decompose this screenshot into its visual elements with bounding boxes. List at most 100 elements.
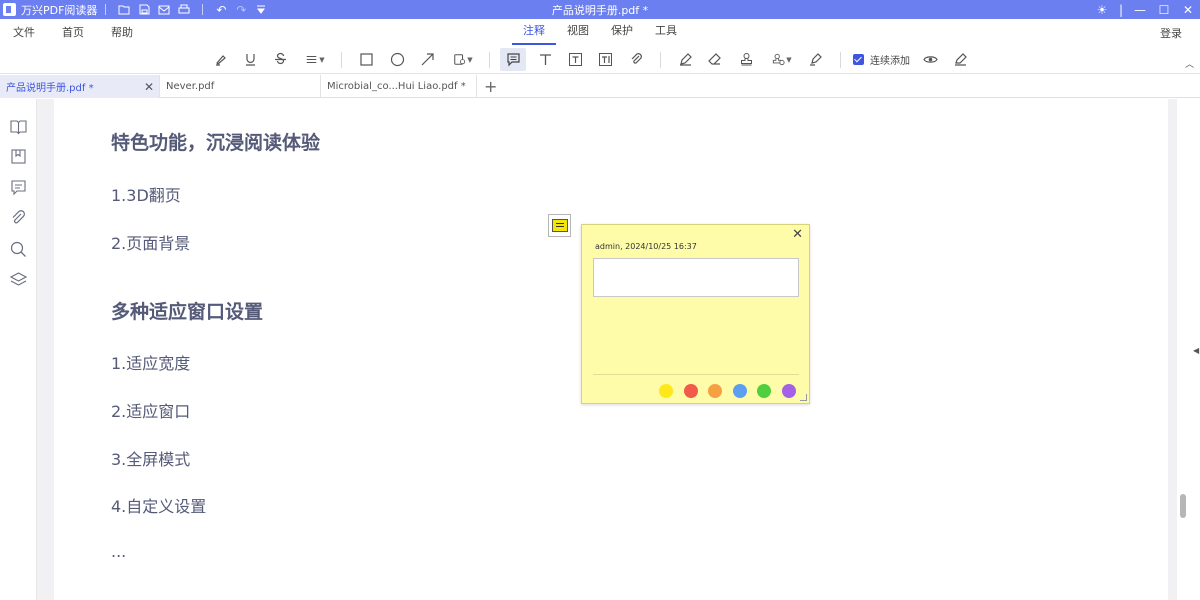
underline-tool-icon[interactable] — [237, 48, 263, 71]
left-sidebar — [0, 99, 37, 600]
eraser-tool-icon[interactable] — [701, 48, 727, 71]
tab-tools[interactable]: 工具 — [644, 19, 688, 45]
sticky-note-popup: ✕ admin, 2024/10/25 16:37 — [581, 224, 810, 404]
save-icon[interactable] — [134, 0, 154, 19]
paragraph: 3.全屏模式 — [111, 450, 191, 469]
tab-view[interactable]: 视图 — [556, 19, 600, 45]
tab-annotate[interactable]: 注释 — [512, 19, 556, 45]
thumbnails-book-icon[interactable] — [10, 118, 27, 135]
print-icon[interactable] — [174, 0, 194, 19]
close-window-button[interactable]: ✕ — [1176, 3, 1200, 17]
paragraph: 2.页面背景 — [111, 234, 191, 253]
note-text-input[interactable] — [593, 258, 799, 297]
arrow-tool-icon[interactable] — [414, 48, 440, 71]
paragraph: 1.3D翻页 — [111, 186, 181, 205]
note-color-picker — [659, 384, 806, 398]
callout-tool-icon[interactable] — [592, 48, 618, 71]
continuous-add-toggle[interactable]: 连续添加 — [853, 52, 910, 67]
attachments-icon[interactable] — [10, 210, 27, 227]
bookmark-icon[interactable] — [10, 148, 27, 165]
sign-tool-icon[interactable] — [802, 48, 828, 71]
close-icon[interactable]: ✕ — [144, 80, 154, 94]
color-swatch-blue[interactable] — [732, 384, 747, 398]
doc-tab-label: Microbial_co...Hui Liao.pdf * — [327, 81, 466, 92]
app-name: 万兴PDF阅读器 — [21, 3, 98, 17]
show-annotations-eye-icon[interactable] — [917, 48, 943, 71]
doc-tab-label: Never.pdf — [166, 81, 215, 92]
quick-access-dropdown-icon[interactable] — [251, 0, 271, 19]
email-icon[interactable] — [154, 0, 174, 19]
doc-tab-label: 产品说明手册.pdf * — [6, 83, 94, 94]
ellipse-tool-icon[interactable] — [384, 48, 410, 71]
paragraph: 4.自定义设置 — [111, 497, 207, 516]
close-icon[interactable]: ✕ — [792, 227, 803, 242]
continuous-add-checkbox[interactable] — [853, 54, 864, 65]
color-swatch-purple[interactable] — [781, 384, 796, 398]
edit-annotation-icon[interactable] — [947, 48, 973, 71]
text-box-tool-icon[interactable] — [562, 48, 588, 71]
window-controls: ☀ | — ☐ ✕ — [1090, 0, 1200, 19]
rectangle-tool-icon[interactable] — [353, 48, 379, 71]
vertical-scrollbar-thumb[interactable] — [1180, 494, 1186, 518]
section-heading: 多种适应窗口设置 — [111, 301, 264, 323]
color-swatch-orange[interactable] — [708, 384, 722, 398]
app-logo-icon — [3, 3, 16, 16]
divider — [105, 4, 107, 15]
sticky-note-tool-icon[interactable] — [500, 48, 526, 71]
shape-dropdown-icon[interactable]: ▼ — [447, 48, 479, 71]
sticky-note-marker[interactable] — [548, 214, 571, 237]
text-tool-icon[interactable] — [532, 48, 558, 71]
maximize-button[interactable]: ☐ — [1152, 3, 1176, 17]
menu-bar: 文件 首页 帮助 注释 视图 保护 工具 登录 — [0, 19, 1200, 45]
doc-tab-manual[interactable]: 产品说明手册.pdf * ✕ — [0, 75, 160, 98]
color-swatch-red[interactable] — [683, 384, 698, 398]
open-folder-icon[interactable] — [114, 0, 134, 19]
expand-right-panel-icon[interactable]: ◀ — [1193, 346, 1199, 355]
pencil-tool-icon[interactable] — [672, 48, 698, 71]
annotation-toolbar: ▼ ▼ ▼ 连续添加 ︿ — [0, 45, 1200, 74]
divider — [660, 52, 661, 68]
section-heading: 特色功能，沉浸阅读体验 — [111, 132, 321, 154]
divider: | — [1118, 2, 1124, 17]
divider — [593, 374, 799, 375]
paragraph: ... — [111, 542, 127, 561]
note-author-timestamp: admin, 2024/10/25 16:37 — [595, 242, 697, 251]
ribbon-tabs: 注释 视图 保护 工具 — [512, 19, 688, 45]
paragraph: 2.适应窗口 — [111, 402, 191, 421]
attachment-tool-icon[interactable] — [623, 48, 649, 71]
note-comment-icon — [551, 219, 568, 232]
theme-sun-icon[interactable]: ☀ — [1090, 3, 1114, 17]
highlight-tool-icon[interactable] — [207, 48, 233, 71]
title-bar: 万兴PDF阅读器 ↶ ↷ 产品说明手册.pdf * ☀ | — ☐ ✕ — [0, 0, 1200, 19]
tab-protect[interactable]: 保护 — [600, 19, 644, 45]
doc-tab-microbial[interactable]: Microbial_co...Hui Liao.pdf * — [321, 75, 477, 98]
right-panel: ◀ — [1177, 99, 1200, 600]
undo-icon[interactable]: ↶ — [211, 0, 231, 19]
paragraph: 1.适应宽度 — [111, 354, 191, 373]
stamp-tool-icon[interactable] — [733, 48, 759, 71]
minimize-button[interactable]: — — [1128, 3, 1152, 17]
login-link[interactable]: 登录 — [1160, 25, 1182, 41]
color-swatch-yellow[interactable] — [659, 384, 673, 398]
doc-tab-never[interactable]: Never.pdf — [160, 75, 321, 98]
continuous-add-label: 连续添加 — [870, 56, 910, 67]
menu-file[interactable]: 文件 — [0, 24, 47, 40]
menu-home[interactable]: 首页 — [47, 24, 96, 40]
menu-help[interactable]: 帮助 — [96, 24, 145, 40]
divider — [489, 52, 490, 68]
redo-icon[interactable]: ↷ — [231, 0, 251, 19]
document-tab-bar: 产品说明手册.pdf * ✕ Never.pdf Microbial_co...… — [0, 75, 1200, 98]
resize-handle[interactable] — [800, 394, 807, 401]
signature-dropdown-icon[interactable]: ▼ — [766, 48, 798, 71]
collapse-toolbar-icon[interactable]: ︿ — [1185, 57, 1194, 70]
comments-icon[interactable] — [10, 179, 27, 196]
divider — [840, 52, 841, 68]
strikethrough-tool-icon[interactable] — [267, 48, 293, 71]
add-tab-icon[interactable]: + — [484, 77, 497, 96]
color-swatch-green[interactable] — [757, 384, 771, 398]
divider — [202, 4, 204, 15]
search-icon[interactable] — [10, 241, 27, 258]
layers-icon[interactable] — [9, 271, 28, 288]
divider — [341, 52, 342, 68]
text-markup-dropdown-icon[interactable]: ▼ — [299, 48, 331, 71]
